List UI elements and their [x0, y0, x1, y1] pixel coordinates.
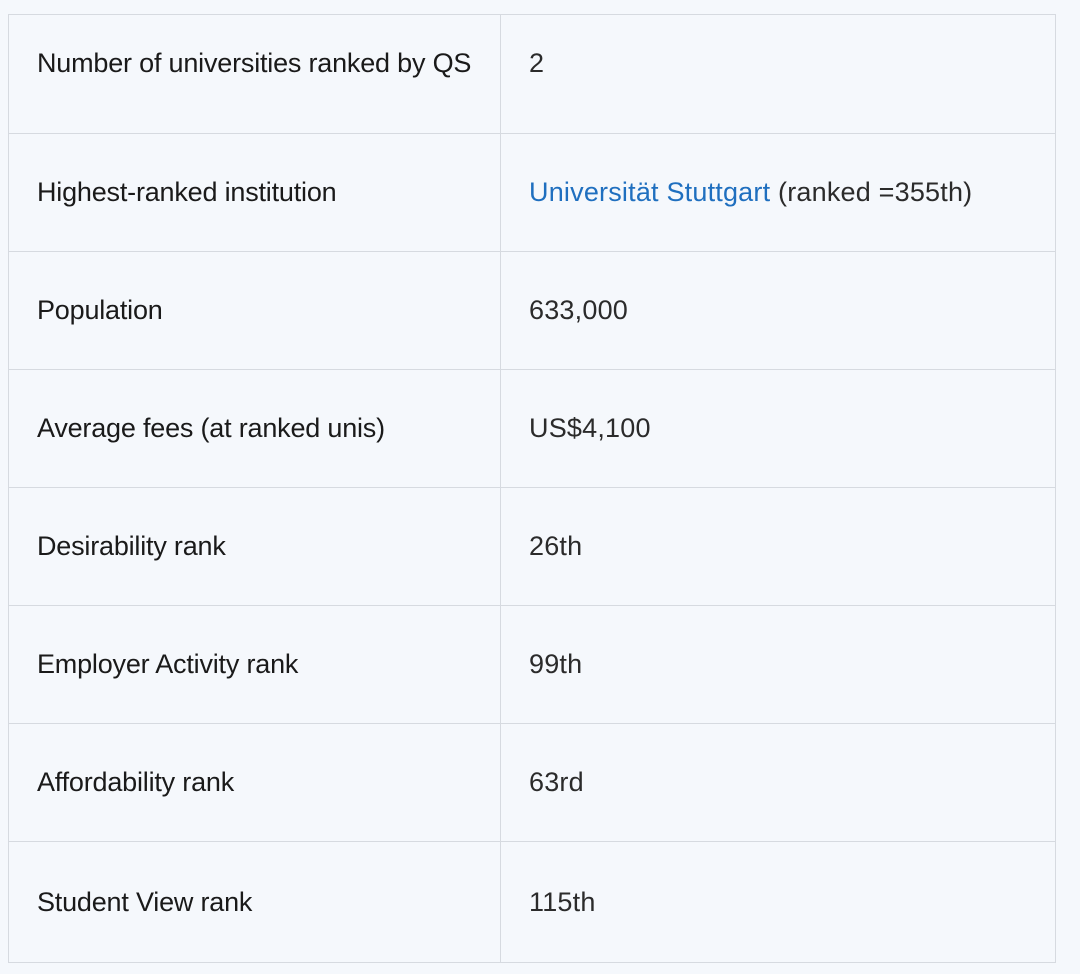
- row-label-employer-activity: Employer Activity rank: [8, 605, 501, 724]
- table-row: Highest-ranked institution Universität S…: [8, 133, 1056, 252]
- row-label-affordability: Affordability rank: [8, 723, 501, 842]
- table-row: Employer Activity rank 99th: [8, 605, 1056, 724]
- row-value-student-view: 115th: [500, 841, 1056, 963]
- row-value-highest-ranked: Universität Stuttgart (ranked =355th): [500, 133, 1056, 252]
- row-value-population: 633,000: [500, 251, 1056, 370]
- table-row: Population 633,000: [8, 251, 1056, 370]
- table-row: Affordability rank 63rd: [8, 723, 1056, 842]
- row-label-highest-ranked: Highest-ranked institution: [8, 133, 501, 252]
- row-label-average-fees: Average fees (at ranked unis): [8, 369, 501, 488]
- row-value-average-fees: US$4,100: [500, 369, 1056, 488]
- row-label-desirability: Desirability rank: [8, 487, 501, 606]
- row-label-population: Population: [8, 251, 501, 370]
- row-value-universities-ranked: 2: [500, 14, 1056, 134]
- row-label-universities-ranked: Number of universities ranked by QS: [8, 14, 501, 134]
- row-value-employer-activity: 99th: [500, 605, 1056, 724]
- city-stats-table: Number of universities ranked by QS 2 Hi…: [8, 14, 1056, 963]
- university-link[interactable]: Universität Stuttgart: [529, 177, 770, 207]
- rank-note: (ranked =355th): [770, 177, 973, 208]
- row-value-affordability: 63rd: [500, 723, 1056, 842]
- table-row: Student View rank 115th: [8, 841, 1056, 963]
- table-row: Number of universities ranked by QS 2: [8, 14, 1056, 134]
- table-row: Average fees (at ranked unis) US$4,100: [8, 369, 1056, 488]
- row-value-desirability: 26th: [500, 487, 1056, 606]
- row-label-student-view: Student View rank: [8, 841, 501, 963]
- table-row: Desirability rank 26th: [8, 487, 1056, 606]
